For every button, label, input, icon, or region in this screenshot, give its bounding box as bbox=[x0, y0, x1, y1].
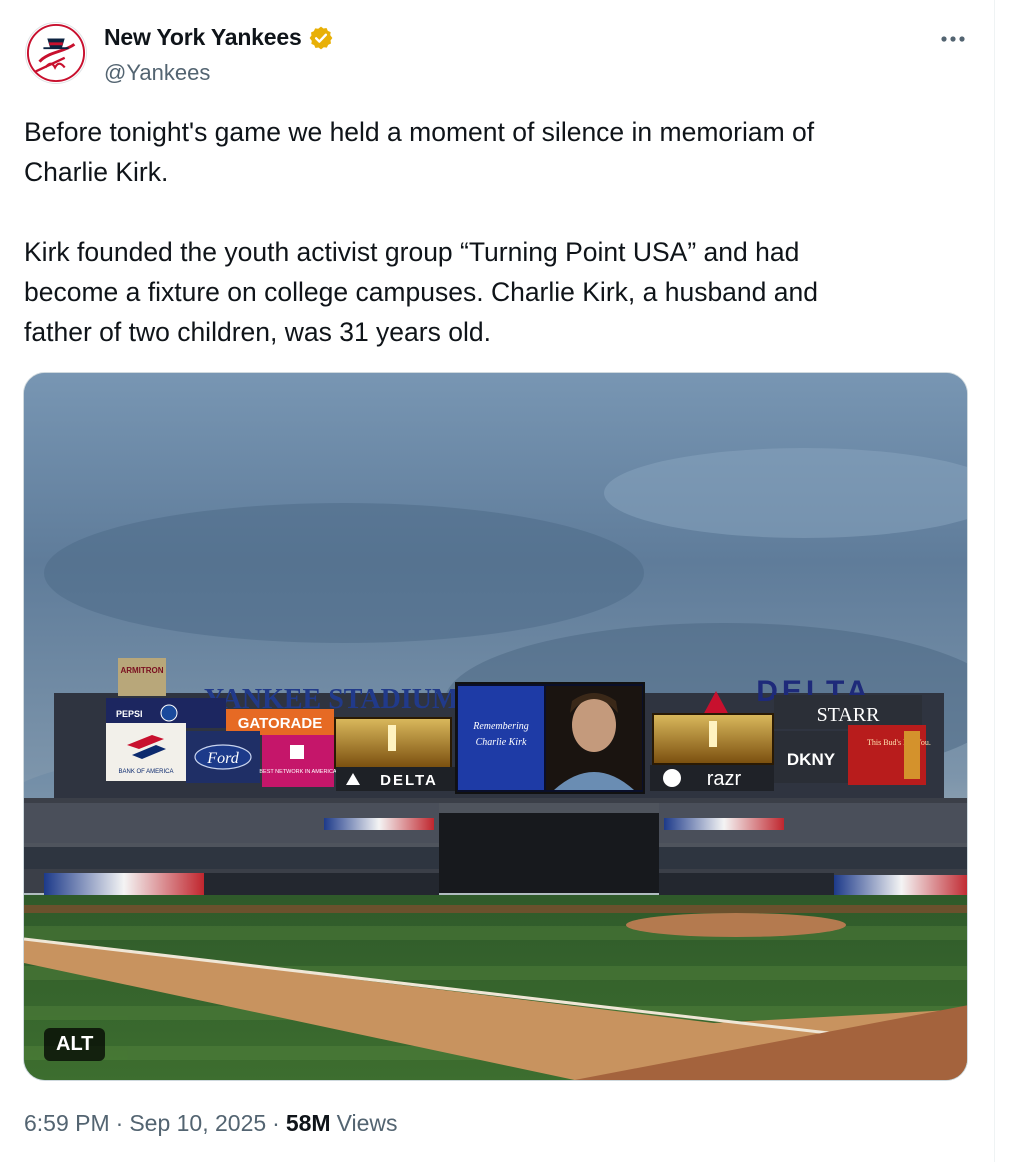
dkny-sign: DKNY bbox=[787, 750, 836, 769]
tweet-photo[interactable]: ARMITRON YANKEE STADIUM PEPSI GATORADE B… bbox=[23, 372, 968, 1081]
bank-of-america-sign: BANK OF AMERICA bbox=[118, 769, 173, 775]
armitron-sign: ARMITRON bbox=[120, 666, 163, 675]
author-name-row[interactable]: New York Yankees bbox=[104, 24, 334, 51]
yankees-logo-avatar[interactable] bbox=[25, 22, 87, 84]
pepsi-sign: PEPSI bbox=[116, 709, 143, 719]
buds-sign: This Bud's For You. bbox=[867, 738, 931, 747]
ford-sign: Ford bbox=[206, 750, 239, 767]
gatorade-sign: GATORADE bbox=[238, 715, 322, 732]
starr-sign: STARR bbox=[817, 704, 881, 726]
meta-separator: · bbox=[272, 1110, 280, 1136]
tweet-paragraph: Kirk founded the youth activist group “T… bbox=[24, 237, 818, 347]
author-display-name[interactable]: New York Yankees bbox=[104, 24, 302, 51]
author-handle[interactable]: @Yankees bbox=[104, 60, 210, 86]
remembering-text: Remembering bbox=[472, 721, 529, 732]
verified-badge-icon bbox=[309, 26, 332, 49]
charlie-kirk-screen-text: Charlie Kirk bbox=[476, 737, 527, 748]
stadium-photo: ARMITRON YANKEE STADIUM PEPSI GATORADE B… bbox=[24, 373, 967, 1080]
tweet-paragraph: Before tonight's game we held a moment o… bbox=[24, 117, 815, 187]
tweet-date[interactable]: Sep 10, 2025 bbox=[129, 1110, 266, 1137]
tweet-time[interactable]: 6:59 PM bbox=[24, 1110, 110, 1137]
t-mobile-sign: BEST NETWORK IN AMERICA bbox=[259, 769, 337, 775]
meta-separator: · bbox=[115, 1110, 124, 1136]
column-divider bbox=[994, 0, 995, 1162]
views-label[interactable]: Views bbox=[337, 1110, 398, 1137]
yankees-logo-icon bbox=[26, 23, 86, 83]
alt-text-badge[interactable]: ALT bbox=[44, 1028, 106, 1061]
razr-sign: razr bbox=[707, 768, 742, 790]
tweet-text: Before tonight's game we held a moment o… bbox=[24, 112, 944, 352]
delta-small-sign: DELTA bbox=[380, 772, 438, 789]
more-options-button[interactable] bbox=[936, 26, 970, 52]
center-video-board: Remembering Charlie Kirk bbox=[455, 682, 645, 794]
tweet-meta: 6:59 PM · Sep 10, 2025 · 58M Views bbox=[24, 1110, 398, 1137]
views-count[interactable]: 58M bbox=[286, 1110, 331, 1137]
more-dots-icon bbox=[941, 36, 965, 42]
